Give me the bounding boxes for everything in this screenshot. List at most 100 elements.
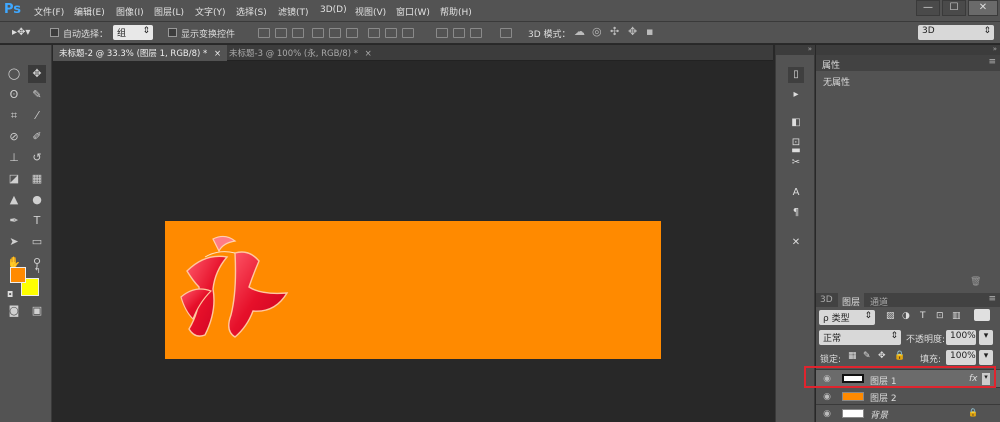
crop-tool-icon[interactable]: ⌗ bbox=[5, 107, 23, 125]
menu-select[interactable]: 选择(S) bbox=[236, 5, 267, 18]
lock-pixels-icon[interactable]: ✎ bbox=[863, 351, 871, 361]
panel-menu-icon[interactable]: ≡ bbox=[988, 294, 996, 304]
document-canvas[interactable]: 永 bbox=[165, 221, 661, 359]
show-transform-checkbox[interactable] bbox=[168, 28, 177, 37]
maximize-button[interactable]: ☐ bbox=[942, 0, 966, 16]
opacity-input[interactable]: 100% bbox=[946, 330, 976, 345]
auto-select-checkbox[interactable] bbox=[50, 28, 59, 37]
swap-colors-icon[interactable]: ↰ bbox=[34, 266, 41, 275]
paragraph-panel-icon[interactable]: ¶ bbox=[788, 205, 804, 221]
filter-pixel-icon[interactable]: ▨ bbox=[886, 311, 895, 321]
clone-stamp-tool-icon[interactable]: ⊥ bbox=[5, 149, 23, 167]
align-bottom-icon[interactable] bbox=[292, 28, 304, 38]
pen-tool-icon[interactable]: ✒ bbox=[5, 212, 23, 230]
fill-dropdown-arrow[interactable]: ▾ bbox=[979, 350, 993, 365]
menu-3d[interactable]: 3D(D) bbox=[320, 5, 347, 15]
menu-filter[interactable]: 滤镜(T) bbox=[278, 5, 309, 18]
marquee-tool-icon[interactable]: ◯ bbox=[5, 65, 23, 83]
menu-layer[interactable]: 图层(L) bbox=[154, 5, 184, 18]
blend-mode-dropdown[interactable]: 正常 ⇕ bbox=[819, 330, 901, 345]
slide-3d-icon[interactable]: ✥ bbox=[628, 25, 637, 38]
tab-3d[interactable]: 3D bbox=[820, 295, 833, 305]
actions-panel-icon[interactable]: ▸ bbox=[788, 87, 804, 103]
layer-name[interactable]: 图层 1 bbox=[870, 374, 897, 387]
layer-filter-dropdown[interactable]: ρ 类型 ⇕ bbox=[819, 310, 875, 325]
filter-shape-icon[interactable]: ⊡ bbox=[936, 311, 944, 321]
fill-input[interactable]: 100% bbox=[946, 350, 976, 365]
lock-transparent-icon[interactable]: ▦ bbox=[848, 351, 857, 361]
close-button[interactable]: ✕ bbox=[968, 0, 998, 16]
filter-adjust-icon[interactable]: ◑ bbox=[902, 311, 910, 321]
move-tool-icon[interactable]: ▸✥▾ bbox=[12, 27, 30, 38]
filter-smart-icon[interactable]: ▥ bbox=[952, 311, 961, 321]
lasso-tool-icon[interactable]: ʘ bbox=[5, 86, 23, 104]
healing-brush-tool-icon[interactable]: ⊘ bbox=[5, 128, 23, 146]
eyedropper-tool-icon[interactable]: ⁄ bbox=[28, 107, 46, 125]
properties-title[interactable]: 属性 bbox=[822, 58, 840, 71]
visibility-eye-icon[interactable]: ◉ bbox=[822, 374, 832, 384]
lock-all-icon[interactable]: 🔒 bbox=[894, 351, 905, 361]
history-panel-icon[interactable]: ▯ bbox=[788, 67, 804, 83]
visibility-eye-icon[interactable]: ◉ bbox=[822, 409, 832, 419]
blur-tool-icon[interactable]: ▲ bbox=[5, 191, 23, 209]
quick-mask-icon[interactable]: ◙ bbox=[5, 302, 23, 320]
rectangle-tool-icon[interactable]: ▭ bbox=[28, 233, 46, 251]
tab-close-icon[interactable]: × bbox=[365, 49, 372, 59]
minimize-button[interactable]: — bbox=[916, 0, 940, 16]
distribute-hcenter-icon[interactable] bbox=[453, 28, 465, 38]
menu-help[interactable]: 帮助(H) bbox=[440, 5, 472, 18]
visibility-eye-icon[interactable]: ◉ bbox=[822, 392, 832, 402]
layer-row-1[interactable]: ◉ 图层 1 fx ▾ bbox=[816, 369, 1000, 387]
tab-channels[interactable]: 通道 bbox=[870, 295, 888, 308]
screen-mode-icon[interactable]: ▣ bbox=[28, 302, 46, 320]
tab-document-1[interactable]: 未标题-2 @ 33.3% (图层 1, RGB/8) * × bbox=[53, 45, 228, 61]
dodge-tool-icon[interactable]: ● bbox=[28, 191, 46, 209]
quick-select-tool-icon[interactable]: ✎ bbox=[28, 86, 46, 104]
layer-name[interactable]: 图层 2 bbox=[870, 391, 897, 404]
collapse-icon[interactable]: » bbox=[816, 45, 1000, 55]
eraser-tool-icon[interactable]: ◪ bbox=[5, 170, 23, 188]
brush-tool-icon[interactable]: ✐ bbox=[28, 128, 46, 146]
character-panel-icon[interactable]: A bbox=[788, 185, 804, 201]
fx-expand-icon[interactable]: ▾ bbox=[982, 373, 990, 385]
filter-toggle[interactable] bbox=[974, 309, 990, 321]
layer-row-2[interactable]: ◉ 图层 2 bbox=[816, 387, 1000, 404]
tool-presets-panel-icon[interactable]: ✕ bbox=[788, 235, 804, 251]
opacity-dropdown-arrow[interactable]: ▾ bbox=[979, 330, 993, 345]
tab-document-2[interactable]: 未标题-3 @ 100% (永, RGB/8) * × bbox=[223, 45, 378, 61]
trash-icon[interactable]: 🗑 bbox=[970, 277, 981, 287]
distribute-vcenter-icon[interactable] bbox=[385, 28, 397, 38]
default-colors-icon[interactable]: ◘ bbox=[7, 290, 13, 299]
tab-layers[interactable]: 图层 bbox=[838, 293, 865, 308]
workspace-dropdown[interactable]: 3D ⇕ bbox=[918, 25, 994, 40]
menu-view[interactable]: 视图(V) bbox=[355, 5, 386, 18]
distribute-top-icon[interactable] bbox=[368, 28, 380, 38]
gradient-tool-icon[interactable]: ▦ bbox=[28, 170, 46, 188]
menu-window[interactable]: 窗口(W) bbox=[396, 5, 430, 18]
distribute-left-icon[interactable] bbox=[436, 28, 448, 38]
distribute-bottom-icon[interactable] bbox=[402, 28, 414, 38]
align-hcenter-icon[interactable] bbox=[329, 28, 341, 38]
history-brush-tool-icon[interactable]: ↺ bbox=[28, 149, 46, 167]
move-tool-icon[interactable]: ✥ bbox=[28, 65, 46, 83]
align-right-icon[interactable] bbox=[346, 28, 358, 38]
collapse-icon[interactable]: » bbox=[776, 45, 815, 55]
menu-image[interactable]: 图像(I) bbox=[116, 5, 144, 18]
auto-align-icon[interactable] bbox=[500, 28, 512, 38]
panel-menu-icon[interactable]: ≡ bbox=[988, 57, 996, 67]
distribute-right-icon[interactable] bbox=[470, 28, 482, 38]
pan-3d-icon[interactable]: ✣ bbox=[610, 25, 619, 38]
align-top-icon[interactable] bbox=[258, 28, 270, 38]
scale-3d-icon[interactable]: ▪ bbox=[646, 25, 653, 38]
menu-edit[interactable]: 编辑(E) bbox=[74, 5, 105, 18]
type-tool-icon[interactable]: T bbox=[28, 212, 46, 230]
menu-file[interactable]: 文件(F) bbox=[34, 5, 64, 18]
layer-row-3[interactable]: ◉ 背景 🔒 bbox=[816, 404, 1000, 421]
lock-position-icon[interactable]: ✥ bbox=[878, 351, 886, 361]
filter-type-icon[interactable]: T bbox=[920, 311, 926, 321]
layer-name[interactable]: 背景 bbox=[870, 408, 888, 421]
tab-close-icon[interactable]: × bbox=[214, 49, 221, 59]
adjustments-panel-icon[interactable]: ◧ bbox=[788, 115, 804, 131]
align-left-icon[interactable] bbox=[312, 28, 324, 38]
menu-type[interactable]: 文字(Y) bbox=[195, 5, 226, 18]
